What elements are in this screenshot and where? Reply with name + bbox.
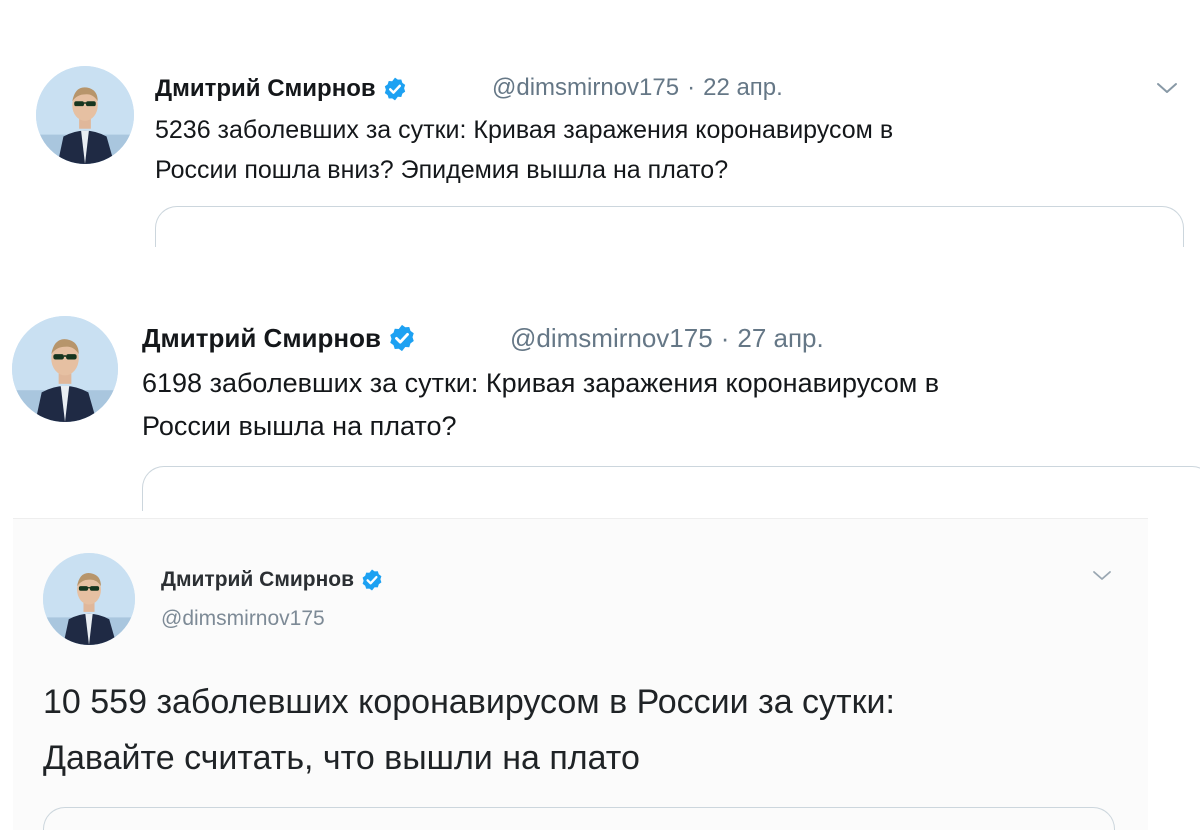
chevron-down-icon[interactable] [1091,569,1113,583]
handle-and-date: @dimsmirnov175 · 27 апр. [510,323,824,354]
verified-badge-icon [387,323,417,353]
tweet-text-line-2: Давайте считать, что вышли на плато [43,739,640,777]
chevron-down-icon[interactable] [1155,80,1179,96]
timestamp[interactable]: 22 апр. [703,74,783,101]
link-card[interactable] [142,466,1200,511]
author-name[interactable]: Дмитрий Смирнов [161,565,384,595]
handle-and-date: @dimsmirnov175 · 22 апр. [492,74,783,102]
tweet-text-line-2: России вышла на плато? [142,411,457,441]
author-name[interactable]: Дмитрий Смирнов [155,72,408,106]
avatar[interactable] [36,66,134,164]
verified-badge-icon [360,568,384,592]
separator: · [720,323,730,353]
tweet-text-line-1: 10 559 заболевших коронавирусом в России… [43,683,895,721]
author-name-text: Дмитрий Смирнов [155,75,376,102]
tweet-text-line-1: 6198 заболевших за сутки: Кривая заражен… [142,368,940,398]
author-name-text: Дмитрий Смирнов [161,568,355,591]
author-name[interactable]: Дмитрий Смирнов [142,320,417,356]
tweet-3[interactable]: Дмитрий Смирнов @dimsmirnov175 10 559 за… [13,518,1148,830]
author-name-text: Дмитрий Смирнов [142,322,381,353]
timestamp[interactable]: 27 апр. [737,323,823,353]
avatar[interactable] [43,553,135,645]
tweet-text-line-2: России пошла вниз? Эпидемия вышла на пла… [155,156,729,184]
handle[interactable]: @dimsmirnov175 [492,74,679,101]
avatar[interactable] [12,316,118,422]
tweet-text-line-1: 5236 заболевших за сутки: Кривая заражен… [155,116,894,144]
tweet-1[interactable]: Дмитрий Смирнов @dimsmirnov175 · 22 апр. 5… [0,0,1200,247]
link-card[interactable] [155,206,1184,247]
separator: · [687,74,696,101]
handle[interactable]: @dimsmirnov175 [510,323,713,353]
tweet-2[interactable]: Дмитрий Смирнов @dimsmirnov175 · 27 апр. 6… [0,250,1200,511]
link-card[interactable] [43,807,1115,830]
verified-badge-icon [382,76,408,102]
handle[interactable]: @dimsmirnov175 [161,607,325,631]
